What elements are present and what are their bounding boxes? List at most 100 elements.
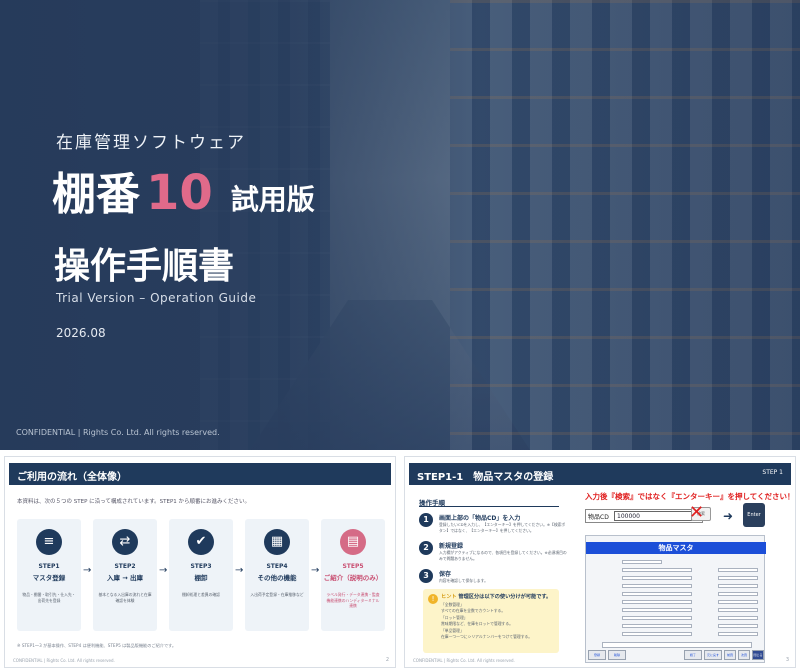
form-field[interactable] (718, 592, 758, 596)
step-label: STEP2 (114, 563, 136, 570)
form-field[interactable] (622, 592, 692, 596)
cover-subtitle: 在庫管理ソフトウェア (56, 133, 246, 153)
step-card-3: ✔ STEP3 棚卸 棚卸処理と差異の確認 (169, 519, 233, 631)
step-desc: 物品・棚番・取引先・仕入先・出荷先を登録 (22, 592, 76, 603)
slide-header-step: STEP 1 (762, 469, 783, 476)
database-icon: ≡ (36, 529, 62, 555)
undo-button[interactable]: 元に戻す (704, 650, 722, 660)
enter-key-warning: 入力後『検索』ではなく『エンターキー』を押してください！ (585, 492, 795, 501)
cover-title-edition: 試用版 (230, 183, 315, 216)
step-name: ご紹介（説明のみ） (323, 574, 383, 582)
slide-header-title: STEP1-1 物品マスタの登録 (417, 472, 554, 483)
form-button-bar: 登録 削除 終了 元に戻す 前頁 次頁 閉じる (588, 650, 764, 660)
item-code-label: 物品CD (588, 514, 609, 521)
form-field[interactable] (718, 632, 758, 636)
slide-header: STEP1-1 物品マスタの登録 STEP 1 (409, 463, 791, 485)
step-number: 1 (419, 513, 433, 527)
form-field[interactable] (622, 568, 692, 572)
step-desc: 入力欄がアクティブになるので、各項目を登録してください。※必須項目のみで問題あり… (439, 550, 567, 561)
step-name: 棚卸 (194, 574, 208, 582)
delete-button[interactable]: 削除 (608, 650, 626, 660)
step-name: マスタ登録 (32, 574, 66, 582)
hint-line: 在庫一つ一つにシリアルナンバーをつけて管理する。 (441, 633, 533, 639)
page-number: 2 (385, 657, 389, 663)
cover-title-number: 10 (146, 165, 213, 221)
step-name: 入庫 → 出庫 (107, 574, 143, 582)
book-icon: ▤ (340, 529, 366, 555)
form-field[interactable] (622, 600, 692, 604)
step-desc: 入出荷予定登録・在庫推移など (250, 592, 304, 597)
form-field[interactable] (718, 616, 758, 620)
step-number: 3 (419, 569, 433, 583)
step-number: 2 (419, 541, 433, 555)
step-heading: 新規登録 (439, 543, 464, 550)
procedure-divider (419, 506, 559, 507)
step-desc: ラベル発行・データ連携・監査機能連携のハンディターミナル連携 (326, 592, 380, 609)
cover-overlay (0, 0, 800, 450)
step-card-1: ≡ STEP1 マスタ登録 物品・棚番・取引先・仕入先・出荷先を登録 (17, 519, 81, 631)
arrow-right-icon: → (235, 565, 244, 576)
step-desc: 登録したいCDを入力し、【エンターキー】を押してください。※【検索ボタン】ではな… (439, 522, 566, 533)
hint-line: 賞味期限など、在庫をロットで管理する。 (441, 620, 513, 626)
form-notes-field[interactable] (602, 642, 752, 648)
step-card-5: ▤ STEP5 ご紹介（説明のみ） ラベル発行・データ連携・監査機能連携のハンデ… (321, 519, 385, 631)
cover-confidential: CONFIDENTIAL | Rights Co. Ltd. All right… (16, 428, 220, 437)
flow-slide: ご利用の流れ（全体像） 本資料は、次の５つの STEP に沿って構成されています… (4, 456, 396, 668)
form-field[interactable] (718, 608, 758, 612)
next-page-button[interactable]: 次頁 (738, 650, 750, 660)
arrow-right-icon: → (159, 565, 168, 576)
swap-arrows-icon: ⇄ (112, 529, 138, 555)
step-label: STEP5 (342, 563, 364, 570)
form-field[interactable] (622, 560, 662, 564)
enter-key-icon: Enter (743, 503, 765, 527)
slide-note: ※ STEP1〜3 が基本操作、STEP4 は便利機能、STEP5 は製品版機能… (17, 643, 177, 648)
step-label: STEP4 (266, 563, 288, 570)
arrow-right-icon: → (311, 565, 320, 576)
step1-slide: STEP1-1 物品マスタの登録 STEP 1 操作手順 1 画面上部の「物品C… (404, 456, 796, 668)
end-button[interactable]: 終了 (684, 650, 702, 660)
cover-english-title: Trial Version – Operation Guide (56, 291, 257, 305)
slide-header: ご利用の流れ（全体像） (9, 463, 391, 485)
step-card-2: ⇄ STEP2 入庫 → 出庫 基本となる入出庫の流れと在庫確認を体験 (93, 519, 157, 631)
step-name: その他の機能 (257, 574, 297, 582)
hint-text: 管理区分は以下の使い分けが可能です。 (458, 594, 552, 600)
prev-page-button[interactable]: 前頁 (724, 650, 736, 660)
step-card-4: ▦ STEP4 その他の機能 入出荷予定登録・在庫推移など (245, 519, 309, 631)
form-field[interactable] (622, 608, 692, 612)
step-label: STEP1 (38, 563, 60, 570)
step-desc: 棚卸処理と差異の確認 (182, 592, 220, 597)
form-field[interactable] (622, 624, 692, 628)
cover-title-main: 棚番 (52, 169, 140, 220)
form-field[interactable] (622, 576, 692, 580)
form-field[interactable] (622, 632, 692, 636)
step-desc: 内容を確認して保存します。 (439, 578, 488, 583)
register-button[interactable]: 登録 (588, 650, 606, 660)
hint-prefix: ヒント (441, 594, 457, 600)
cover-slide: 在庫管理ソフトウェア 棚番 10 試用版 操作手順書 Trial Version –… (0, 0, 800, 450)
cover-doc-title: 操作手順書 (54, 246, 235, 287)
step-heading: 保存 (439, 571, 452, 578)
form-field[interactable] (622, 616, 692, 620)
page-number: 3 (785, 657, 789, 663)
hint-title: ヒント 管理区分は以下の使い分けが可能です。 (441, 593, 553, 600)
close-button[interactable]: 閉じる (752, 650, 764, 660)
form-field[interactable] (622, 584, 692, 588)
hint-line: すべての在庫を全数でカウントする。 (441, 607, 506, 613)
form-field[interactable] (718, 624, 758, 628)
form-field[interactable] (718, 576, 758, 580)
form-field[interactable] (718, 568, 758, 572)
cross-mark-icon: ✕ (689, 502, 705, 523)
form-title: 物品マスタ (586, 542, 766, 554)
item-master-form: 物品マスタ 登録 削除 終了 元に戻す 前頁 次頁 閉じる (585, 535, 766, 663)
arrow-right-icon: → (83, 565, 92, 576)
item-code-row: 物品CD 100000 (585, 509, 703, 523)
cover-date: 2026.08 (56, 326, 106, 340)
form-field[interactable] (718, 600, 758, 604)
form-field[interactable] (718, 584, 758, 588)
cover-title: 棚番 10 試用版 (52, 158, 315, 222)
step-heading: 画面上部の「物品CD」を入力 (439, 515, 521, 522)
slide-footer: CONFIDENTIAL | Rights Co. Ltd. All right… (413, 658, 515, 663)
slide-footer: CONFIDENTIAL | Rights Co. Ltd. All right… (13, 658, 115, 663)
step-label: STEP3 (190, 563, 212, 570)
item-code-input[interactable]: 100000 (614, 511, 692, 521)
